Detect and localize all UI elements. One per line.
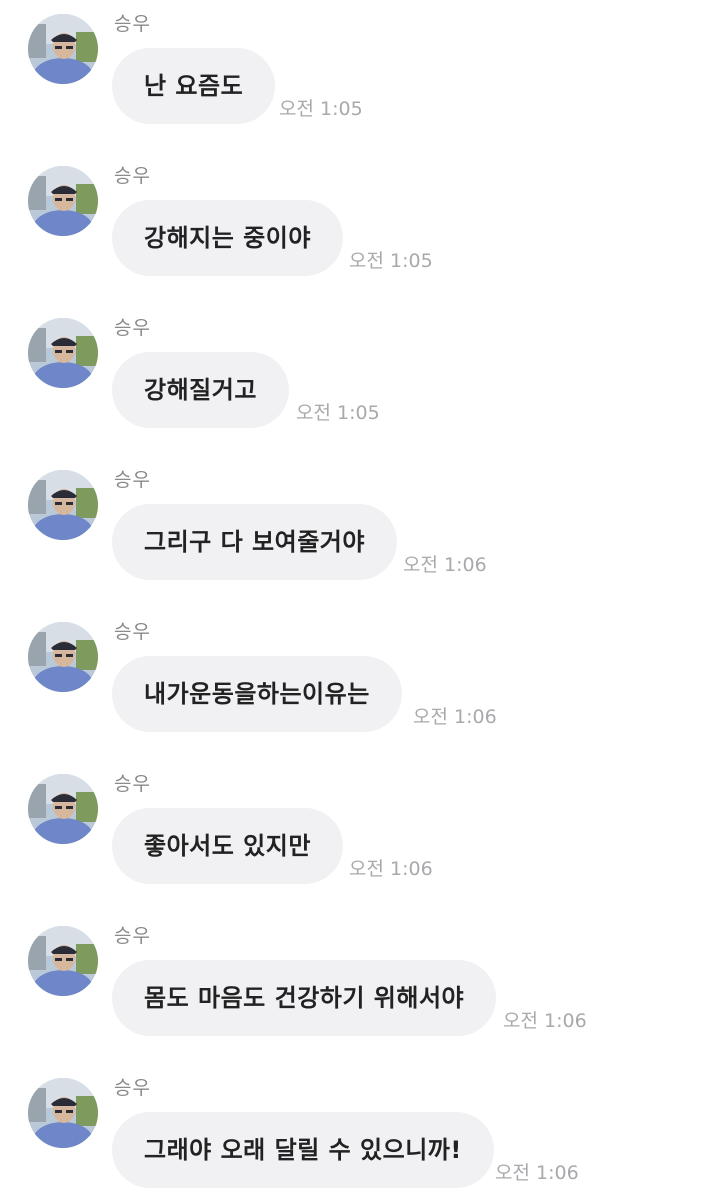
chat-message: 승우 몸도 마음도 건강하기 위해서야 오전 1:06	[0, 912, 724, 1052]
message-bubble[interactable]: 내가운동을하는이유는	[112, 656, 402, 732]
profile-photo-icon	[28, 774, 98, 844]
chat-message: 승우 강해지는 중이야 오전 1:05	[0, 152, 724, 292]
message-bubble[interactable]: 그래야 오래 달릴 수 있으니까!	[112, 1112, 494, 1188]
avatar[interactable]	[28, 774, 98, 844]
profile-photo-icon	[28, 470, 98, 540]
sender-name: 승우	[114, 773, 151, 795]
chat-message: 승우 난 요즘도 오전 1:05	[0, 0, 724, 140]
chat-message: 승우 좋아서도 있지만 오전 1:06	[0, 760, 724, 900]
message-time: 오전 1:06	[503, 1010, 587, 1032]
profile-photo-icon	[28, 622, 98, 692]
sender-name: 승우	[114, 317, 151, 339]
message-bubble[interactable]: 강해질거고	[112, 352, 289, 428]
message-time: 오전 1:06	[349, 858, 433, 880]
chat-log: 승우 난 요즘도 오전 1:05 승우 강해지는 중이야 오전 1:05 승우 …	[0, 0, 724, 1200]
message-time: 오전 1:06	[413, 706, 497, 728]
message-time: 오전 1:06	[403, 554, 487, 576]
avatar[interactable]	[28, 166, 98, 236]
chat-message: 승우 강해질거고 오전 1:05	[0, 304, 724, 444]
sender-name: 승우	[114, 13, 151, 35]
message-bubble[interactable]: 좋아서도 있지만	[112, 808, 343, 884]
chat-message: 승우 그리구 다 보여줄거야 오전 1:06	[0, 456, 724, 596]
avatar[interactable]	[28, 926, 98, 996]
sender-name: 승우	[114, 621, 151, 643]
chat-message: 승우 내가운동을하는이유는 오전 1:06	[0, 608, 724, 748]
profile-photo-icon	[28, 14, 98, 84]
avatar[interactable]	[28, 318, 98, 388]
message-time: 오전 1:05	[349, 250, 433, 272]
profile-photo-icon	[28, 926, 98, 996]
sender-name: 승우	[114, 165, 151, 187]
avatar[interactable]	[28, 1078, 98, 1148]
avatar[interactable]	[28, 470, 98, 540]
avatar[interactable]	[28, 622, 98, 692]
message-time: 오전 1:05	[296, 402, 380, 424]
message-bubble[interactable]: 난 요즘도	[112, 48, 276, 124]
profile-photo-icon	[28, 1078, 98, 1148]
avatar[interactable]	[28, 14, 98, 84]
message-bubble[interactable]: 몸도 마음도 건강하기 위해서야	[112, 960, 497, 1036]
sender-name: 승우	[114, 925, 151, 947]
message-time: 오전 1:06	[495, 1162, 579, 1184]
message-bubble[interactable]: 그리구 다 보여줄거야	[112, 504, 397, 580]
profile-photo-icon	[28, 166, 98, 236]
sender-name: 승우	[114, 469, 151, 491]
message-bubble[interactable]: 강해지는 중이야	[112, 200, 343, 276]
profile-photo-icon	[28, 318, 98, 388]
sender-name: 승우	[114, 1077, 151, 1099]
chat-message: 승우 그래야 오래 달릴 수 있으니까! 오전 1:06	[0, 1064, 724, 1204]
message-time: 오전 1:05	[279, 98, 363, 120]
